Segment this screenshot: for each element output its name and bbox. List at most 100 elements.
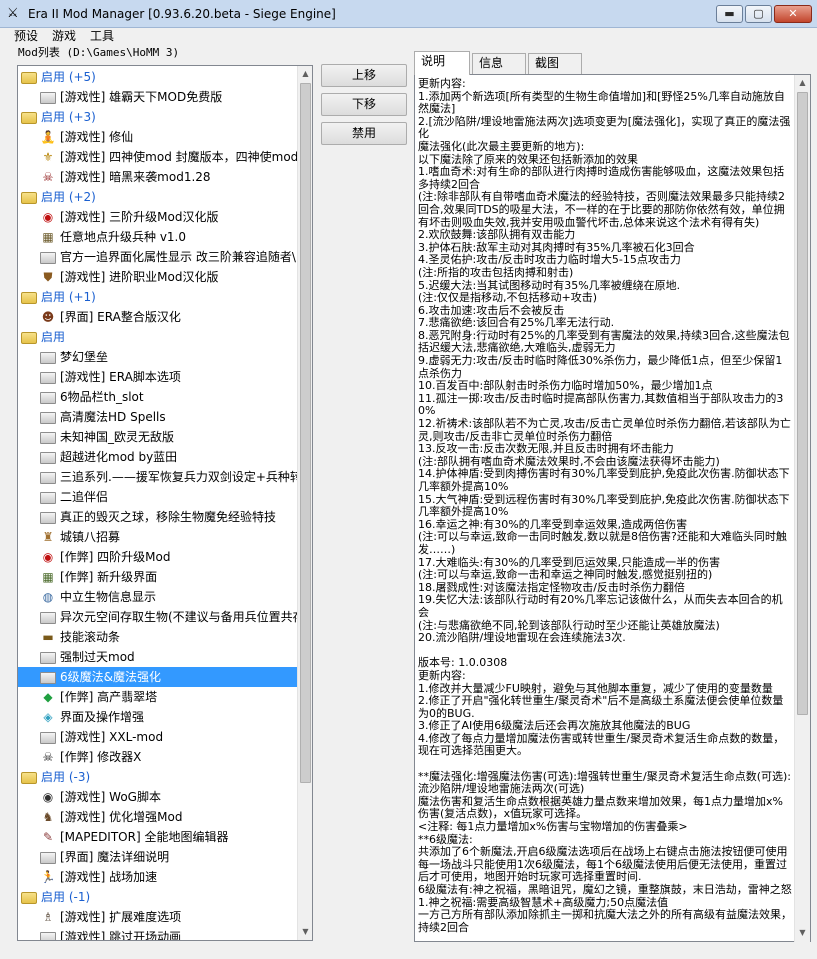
tree-item[interactable]: [游戏性] 雄霸天下MOD免费版 — [18, 87, 297, 107]
tab-description[interactable]: 说明 — [414, 51, 470, 75]
scroll-thumb[interactable] — [300, 83, 311, 783]
tab-info[interactable]: 信息 — [472, 53, 526, 74]
tree-item[interactable]: ✎ [MAPEDITOR] 全能地图编辑器 — [18, 827, 297, 847]
menu-tools[interactable]: 工具 — [90, 29, 114, 44]
folder-icon — [40, 372, 56, 384]
move-down-button[interactable]: 下移 — [321, 93, 407, 116]
mod-tree[interactable]: [游戏性] 跳过开场动画 ♗ [游戏性] 扩展难度选项 启用 (-1) 🏃 [游戏性] 战… — [17, 65, 313, 941]
tree-item-label: [作弊] 新升级界面 — [60, 570, 158, 584]
tree-group[interactable]: 启用 (+5) — [18, 67, 297, 87]
tree-item[interactable]: ◈ 界面及操作增强 — [18, 707, 297, 727]
tree-item[interactable]: [界面] 魔法详细说明 — [18, 847, 297, 867]
tree-item-label: [游戏性] 扩展难度选项 — [60, 910, 182, 924]
tree-item[interactable]: ◉ [游戏性] WoG脚本 — [18, 787, 297, 807]
tree-item[interactable]: 异次元空间存取生物(不建议与备用兵位置共存 — [18, 607, 297, 627]
tree-group[interactable]: 启用 (+2) — [18, 187, 297, 207]
scroll-down-arrow-icon[interactable]: ▼ — [795, 925, 810, 941]
tree-item[interactable]: 🧘 [游戏性] 修仙 — [18, 127, 297, 147]
folder-icon — [21, 892, 37, 904]
tree-item-label: [作弊] 四阶升级Mod — [60, 550, 171, 564]
folder-icon — [21, 72, 37, 84]
tree-item[interactable]: ☠ [游戏性] 暗黑来袭mod1.28 — [18, 167, 297, 187]
tree-item[interactable]: 梦幻堡垒 — [18, 347, 297, 367]
tree-item[interactable]: ☻ [界面] ERA整合版汉化 — [18, 307, 297, 327]
tree-item[interactable]: ♞ [游戏性] 优化增强Mod — [18, 807, 297, 827]
maximize-button[interactable]: ▢ — [745, 5, 772, 23]
tree-item-label: 高清魔法HD Spells — [60, 410, 166, 424]
tree-item[interactable]: 🏃 [游戏性] 战场加速 — [18, 867, 297, 887]
folder-icon — [40, 612, 56, 624]
eye-icon: ◉ — [42, 790, 54, 804]
tree-group-label: 启用 (-3) — [41, 770, 91, 784]
tree-item-label: 梦幻堡垒 — [60, 350, 109, 364]
scroll-thumb[interactable] — [797, 92, 808, 715]
tree-item[interactable]: ▬ 技能滚动条 — [18, 627, 297, 647]
tree-item-label: 二追伴侣 — [60, 490, 109, 504]
tree-item[interactable]: ▦ 任意地点升级兵种 v1.0 — [18, 227, 297, 247]
tree-item[interactable]: 强制过天mod — [18, 647, 297, 667]
tree-item-label: [MAPEDITOR] 全能地图编辑器 — [60, 830, 229, 844]
minimize-button[interactable]: ▬ — [716, 5, 743, 23]
folder-icon — [40, 652, 56, 664]
tree-group[interactable]: 启用 (-3) — [18, 767, 297, 787]
demon-icon: ☠ — [42, 170, 54, 184]
folder-icon — [40, 512, 56, 524]
tree-item[interactable]: ▦ [作弊] 新升级界面 — [18, 567, 297, 587]
tree-item[interactable]: 二追伴侣 — [18, 487, 297, 507]
folder-icon — [40, 252, 56, 264]
tree-item[interactable]: ◉ [作弊] 四阶升级Mod — [18, 547, 297, 567]
tree-item-label: [游戏性] 进阶职业Mod汉化版 — [60, 270, 219, 284]
tree-group[interactable]: 启用 (+3) — [18, 107, 297, 127]
scroll-down-arrow-icon[interactable]: ▼ — [298, 924, 312, 940]
runner-icon: 🏃 — [40, 870, 56, 884]
disable-button[interactable]: 禁用 — [321, 122, 407, 145]
tree-item-label: [界面] 魔法详细说明 — [60, 850, 170, 864]
scroll-up-arrow-icon[interactable]: ▲ — [298, 66, 312, 82]
menu-game[interactable]: 游戏 — [52, 29, 76, 44]
tree-item[interactable]: ♜ 城镇八招募 — [18, 527, 297, 547]
folder-icon — [21, 292, 37, 304]
tree-item[interactable]: 官方一追界面化属性显示 改三阶兼容追随者\ — [18, 247, 297, 267]
folder-icon — [40, 852, 56, 864]
tree-group[interactable]: 启用 (+1) — [18, 287, 297, 307]
tree-item[interactable]: 未知神国_欧灵无敌版 — [18, 427, 297, 447]
tab-screenshots[interactable]: 截图 — [528, 53, 582, 74]
tree-item[interactable]: ◍ 中立生物信息显示 — [18, 587, 297, 607]
tree-item[interactable]: [游戏性] XXL-mod — [18, 727, 297, 747]
tree-item[interactable]: [游戏性] ERA脚本选项 — [18, 367, 297, 387]
tree-item[interactable]: 6级魔法&魔法强化 — [18, 667, 297, 687]
tree-item-label: [游戏性] 暗黑来袭mod1.28 — [60, 170, 211, 184]
description-text: 更新内容: 1.添加两个新选项[所有类型的生物生命值增加]和[野怪25%几率自动… — [418, 77, 792, 934]
tree-group[interactable]: 启用 — [18, 327, 297, 347]
menu-presets[interactable]: 预设 — [14, 29, 38, 44]
folder-icon — [40, 932, 56, 940]
tree-item[interactable]: [游戏性] 跳过开场动画 — [18, 927, 297, 940]
tree-item[interactable]: ♗ [游戏性] 扩展难度选项 — [18, 907, 297, 927]
tree-item[interactable]: ☠ [作弊] 修改器X — [18, 747, 297, 767]
tree-item[interactable]: 6物品栏th_slot — [18, 387, 297, 407]
monk-icon: 🧘 — [40, 130, 56, 144]
horse-icon: ♞ — [42, 810, 54, 824]
tree-item[interactable]: ⛊ [游戏性] 进阶职业Mod汉化版 — [18, 267, 297, 287]
scroll-bar-icon: ▬ — [42, 630, 54, 644]
tree-item[interactable]: ◉ [游戏性] 三阶升级Mod汉化版 — [18, 207, 297, 227]
folder-icon — [40, 492, 56, 504]
tree-group-label: 启用 (+2) — [41, 190, 96, 204]
tree-item[interactable]: ⚜ [游戏性] 四神使mod 封魔版本，四神使mod — [18, 147, 297, 167]
emerald-icon: ◆ — [43, 690, 53, 704]
tree-item[interactable]: 超越进化mod by蓝田 — [18, 447, 297, 467]
tree-group[interactable]: 启用 (-1) — [18, 887, 297, 907]
tree-item[interactable]: 三追系列.——援军恢复兵力双剑设定+兵种转 — [18, 467, 297, 487]
move-up-button[interactable]: 上移 — [321, 64, 407, 87]
scroll-up-arrow-icon[interactable]: ▲ — [795, 75, 810, 91]
mod-tree-scrollbar[interactable]: ▲ ▼ — [297, 66, 312, 940]
description-scrollbar[interactable]: ▲ ▼ — [794, 75, 810, 942]
tree-item[interactable]: 真正的毁灭之球，移除生物魔免经验特技 — [18, 507, 297, 527]
portrait-icon: ☻ — [41, 310, 55, 324]
tree-item-label: 6物品栏th_slot — [60, 390, 144, 404]
close-button[interactable]: ✕ — [774, 5, 812, 23]
tree-item-label: [游戏性] 三阶升级Mod汉化版 — [60, 210, 219, 224]
tree-item[interactable]: ◆ [作弊] 高产翡翠塔 — [18, 687, 297, 707]
tree-item[interactable]: 高清魔法HD Spells — [18, 407, 297, 427]
description-panel[interactable]: 更新内容: 1.添加两个新选项[所有类型的生物生命值增加]和[野怪25%几率自动… — [414, 74, 811, 942]
